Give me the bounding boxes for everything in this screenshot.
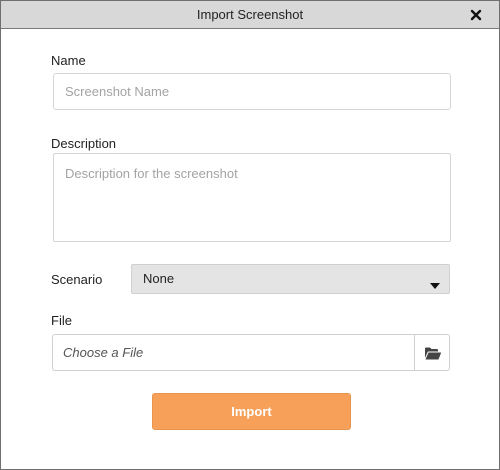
scenario-selected-value: None [143, 271, 175, 286]
file-label: File [51, 313, 72, 328]
scenario-select[interactable]: None [131, 264, 450, 294]
name-input[interactable] [53, 73, 451, 110]
description-label: Description [51, 136, 117, 151]
name-label: Name [51, 53, 86, 68]
browse-file-button[interactable] [414, 334, 450, 371]
description-textarea[interactable] [53, 153, 451, 242]
caret-down-icon [430, 276, 440, 289]
folder-open-icon [424, 347, 442, 360]
close-icon[interactable] [469, 8, 483, 22]
dialog-titlebar: Import Screenshot [1, 1, 499, 29]
import-screenshot-dialog: Import Screenshot Name Description Scena… [0, 0, 500, 470]
scenario-label: Scenario [51, 272, 103, 287]
import-button[interactable]: Import [152, 393, 351, 430]
file-input[interactable] [52, 334, 415, 371]
dialog-title: Import Screenshot [196, 7, 304, 22]
